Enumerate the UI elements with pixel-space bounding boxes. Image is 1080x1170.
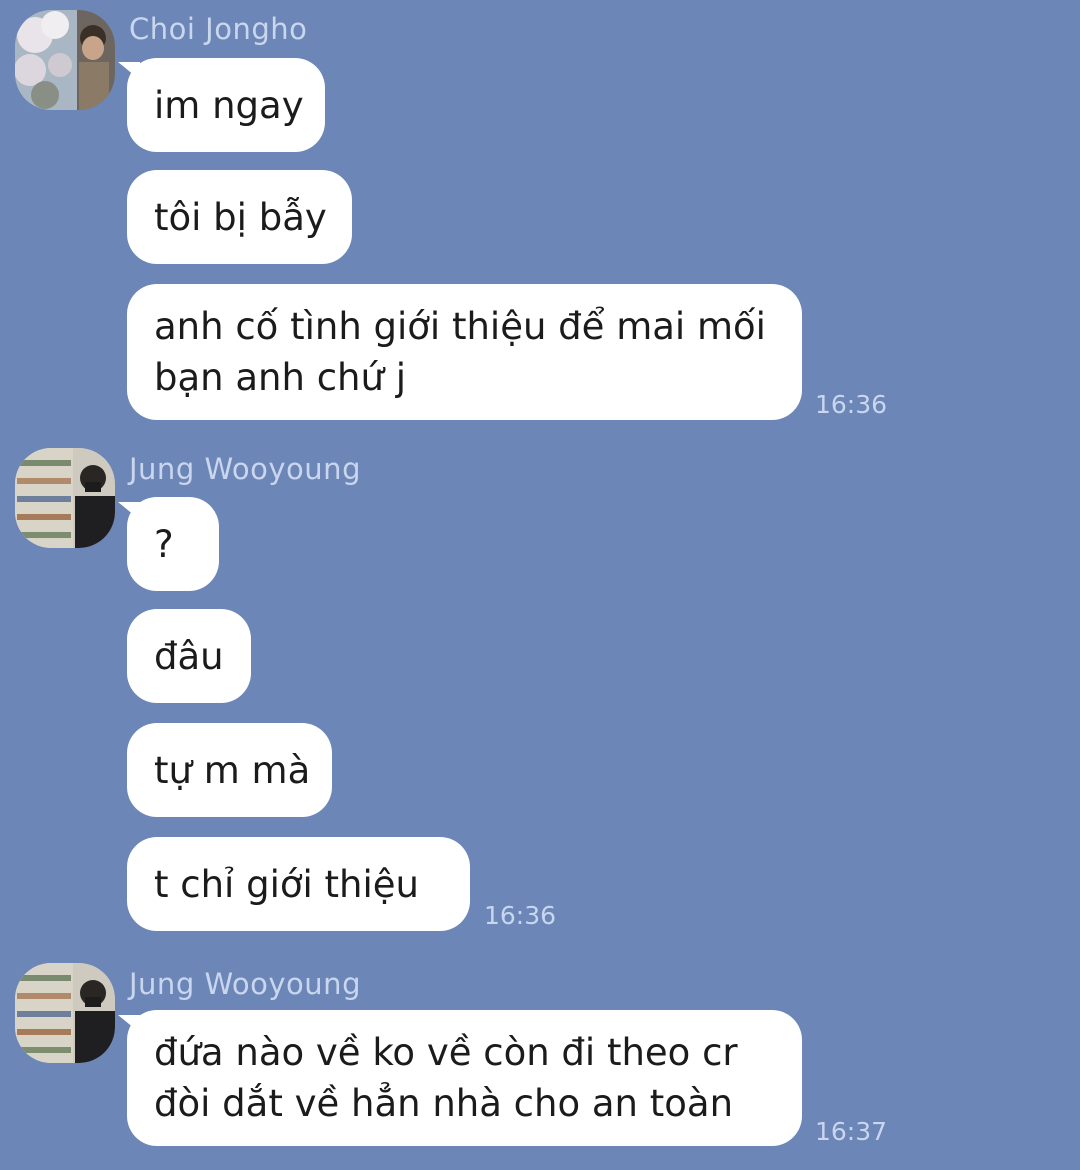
message-timestamp: 16:37 xyxy=(815,1117,888,1146)
message-bubble[interactable]: đâu xyxy=(127,609,251,703)
sender-name: Jung Wooyoung xyxy=(129,967,361,1001)
message-group-jung-wooyoung: Jung Wooyoung đứa nào về ko về còn đi th… xyxy=(0,955,1080,1155)
message-text: tôi bị bẫy xyxy=(154,195,327,239)
message-bubble[interactable]: đứa nào về ko về còn đi theo cr đòi dắt … xyxy=(127,1010,802,1146)
message-group-choi-jongho: Choi Jongho im ngay tôi bị bẫy anh cố tì… xyxy=(0,0,1080,430)
message-group-jung-wooyoung: Jung Wooyoung ? đâu tự m mà t chỉ giới t… xyxy=(0,440,1080,940)
avatar-cherry-blossom-photo-icon xyxy=(15,10,115,110)
message-timestamp: 16:36 xyxy=(815,390,888,419)
message-bubble[interactable]: t chỉ giới thiệu xyxy=(127,837,470,931)
message-bubble[interactable]: ? xyxy=(127,497,219,591)
message-text: t chỉ giới thiệu xyxy=(154,862,419,906)
avatar-store-photo-icon xyxy=(15,963,115,1063)
message-bubble[interactable]: anh cố tình giới thiệu để mai mối bạn an… xyxy=(127,284,802,420)
sender-name: Jung Wooyoung xyxy=(129,452,361,486)
avatar[interactable] xyxy=(15,10,115,110)
message-text: im ngay xyxy=(154,83,304,127)
message-bubble[interactable]: tôi bị bẫy xyxy=(127,170,352,264)
message-timestamp: 16:36 xyxy=(484,901,557,930)
message-bubble[interactable]: tự m mà xyxy=(127,723,332,817)
avatar[interactable] xyxy=(15,448,115,548)
message-text: tự m mà xyxy=(154,748,311,792)
message-bubble[interactable]: im ngay xyxy=(127,58,325,152)
sender-name: Choi Jongho xyxy=(129,12,308,46)
message-text: đứa nào về ko về còn đi theo cr đòi dắt … xyxy=(154,1031,738,1125)
avatar[interactable] xyxy=(15,963,115,1063)
message-text: đâu xyxy=(154,634,224,678)
avatar-store-photo-icon xyxy=(15,448,115,548)
message-text: ? xyxy=(154,522,174,566)
message-text: anh cố tình giới thiệu để mai mối bạn an… xyxy=(154,305,766,399)
